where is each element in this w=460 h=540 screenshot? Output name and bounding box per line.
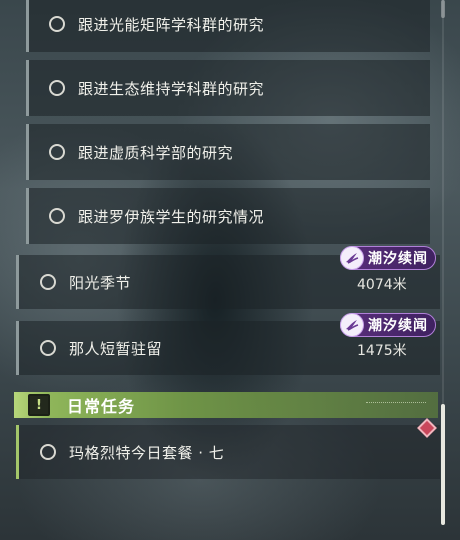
tide-story-badge: 潮汐续闻	[340, 313, 436, 337]
daily-tasks-header[interactable]: ! 日常任务	[14, 392, 438, 418]
section-title: 日常任务	[67, 397, 136, 416]
quest-distance: 4074米	[357, 277, 407, 293]
quest-title: 跟进虚质科学部的研究	[78, 143, 234, 162]
tide-story-badge: 潮汐续闻	[340, 246, 436, 270]
hollow-circle-icon	[49, 144, 65, 160]
header-decoration	[366, 402, 426, 407]
quest-distance: 1475米	[357, 343, 407, 359]
quest-item-sub[interactable]: 跟进生态维持学科群的研究	[26, 60, 430, 116]
tide-emblem-icon	[340, 246, 364, 270]
quest-item-sub[interactable]: 跟进罗伊族学生的研究情况	[26, 188, 430, 244]
exclamation-box-icon: !	[28, 394, 50, 416]
badge-label: 潮汐续闻	[368, 318, 428, 334]
scrollbar-thumb[interactable]	[441, 404, 445, 525]
quest-title: 阳光季节	[69, 273, 132, 292]
quest-item-sub[interactable]: 跟进虚质科学部的研究	[26, 124, 430, 180]
quest-title: 跟进罗伊族学生的研究情况	[78, 207, 265, 226]
quest-item-sub[interactable]: 跟进光能矩阵学科群的研究	[26, 0, 430, 52]
hollow-circle-icon	[40, 340, 56, 356]
quest-item-daily[interactable]: 玛格烈特今日套餐 · 七	[16, 425, 440, 479]
hollow-circle-icon	[40, 444, 56, 460]
hollow-circle-icon	[49, 16, 65, 32]
quest-title: 跟进生态维持学科群的研究	[78, 79, 265, 98]
quest-title: 那人短暂驻留	[69, 339, 163, 358]
hollow-circle-icon	[49, 80, 65, 96]
hollow-circle-icon	[40, 274, 56, 290]
hollow-circle-icon	[49, 208, 65, 224]
quest-title: 玛格烈特今日套餐 · 七	[69, 443, 225, 462]
quest-title: 跟进光能矩阵学科群的研究	[78, 15, 265, 34]
badge-label: 潮汐续闻	[368, 251, 428, 267]
tide-emblem-icon	[340, 313, 364, 337]
scrollbar-top-cap	[441, 0, 445, 18]
